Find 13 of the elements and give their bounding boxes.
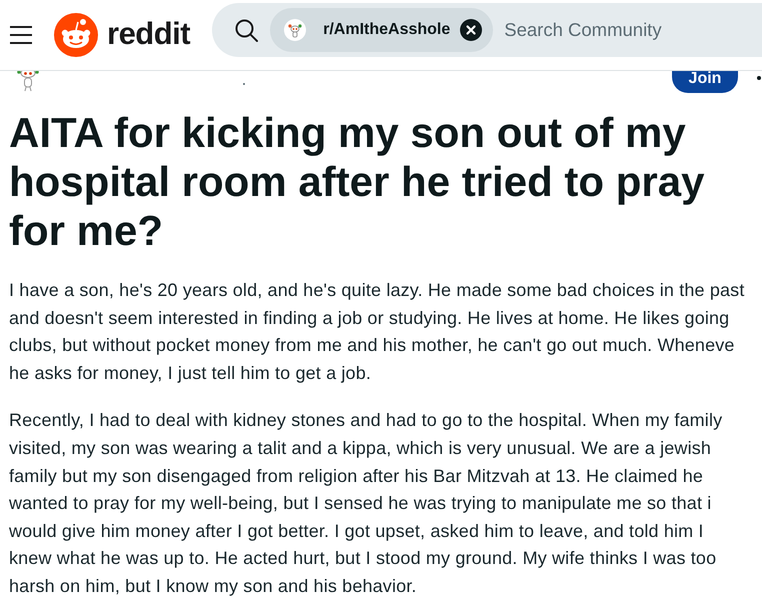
community-chip-label: r/AmItheAsshole <box>323 20 450 40</box>
search-field[interactable]: r/AmItheAsshole Search Community <box>212 3 762 57</box>
menu-icon[interactable] <box>10 26 32 44</box>
mascot-avatar-icon <box>284 19 306 41</box>
community-chip[interactable]: r/AmItheAsshole <box>270 8 494 52</box>
logo-text[interactable]: reddit <box>107 18 190 52</box>
search-icon <box>235 18 258 42</box>
logo-icon[interactable] <box>54 13 98 57</box>
post-paragraph: I have a son, he's 20 years old, and he's quite lazy. He made some bad choices in the past and doesn't seem interested in finding a job or studying. He lives at home. He likes going clubs, but without pocket money from me and his mother, he can't go out much. Wheneve he asks for money, I just tell him to get a job. <box>9 279 746 385</box>
post-paragraph: Recently, I had to deal with kidney stones and had to go to the hospital. When my family visited, my son was wearing a talit and a kippa, which is very unusual. We are a jewish family but my son disengaged from religion after his Bar Mitzvah at 13. He claimed he wanted to pray for my well-being, but I sensed he was trying to manipulate me so that i would give him money after I got better. I got upset, asked him to leave, and told him I knew what he was up to. He acted hurt, but I stood my ground. My wife thinks I was too harsh on him, but I know my son and his behavior. <box>9 409 724 598</box>
join-button[interactable]: Join <box>672 71 738 93</box>
post-title: AITA for kicking my son out of my hospital room after he tried to pray for me? <box>9 108 706 255</box>
close-icon[interactable] <box>460 19 482 41</box>
